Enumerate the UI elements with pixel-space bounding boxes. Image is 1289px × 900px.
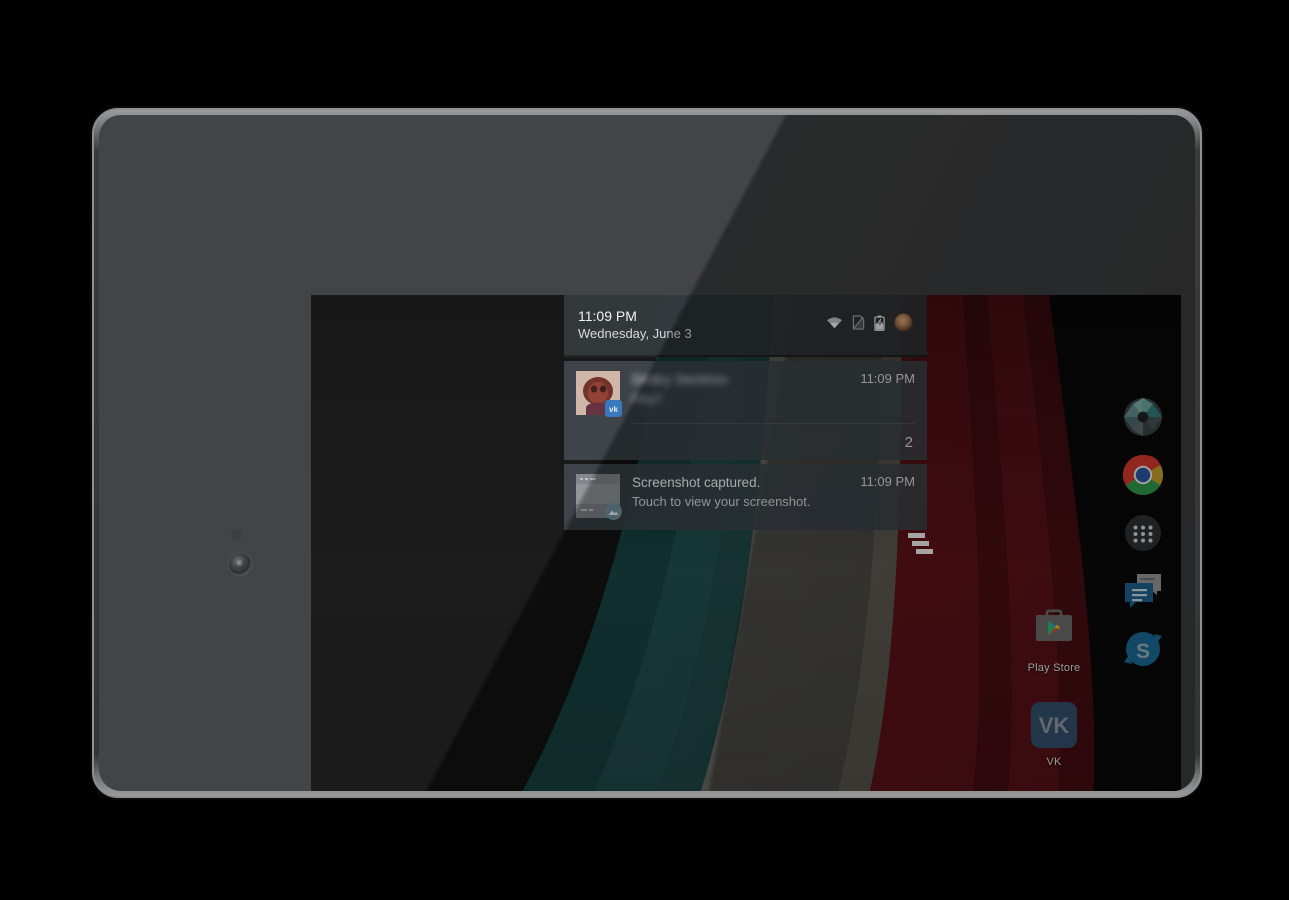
notification-message[interactable]: vk Dmitry Sterkhov Hey!! 11:09 PM 2 [564,361,927,460]
notification-content: Screenshot captured. Touch to view your … [564,464,927,530]
notification-content: vk Dmitry Sterkhov Hey!! 11:09 PM [564,361,927,423]
no-sim-icon [852,315,865,335]
notification-subtitle: Hey!! [632,390,663,406]
status-date: Wednesday, June 3 [578,325,692,341]
notification-title: Dmitry Sterkhov [632,372,729,387]
app-drawer-icon[interactable] [1121,511,1165,555]
notification-title: Screenshot captured. [632,475,761,490]
system-icons [826,313,913,337]
app-label: Play Store [1027,662,1081,674]
front-camera-lens [229,553,251,575]
tablet-device: Google [92,108,1202,798]
gallery-badge-icon [605,503,622,520]
tablet-screen: Google [311,295,1181,791]
notification-subtitle: Touch to view your screenshot. [632,493,811,509]
notification-text: Dmitry Sterkhov Hey!! [632,371,850,415]
notification-time: 11:09 PM [860,474,915,489]
app-vk[interactable]: VK VK [1015,699,1093,768]
status-time: 11:09 PM [578,308,637,325]
wifi-icon [826,316,843,334]
notification-text: Screenshot captured. Touch to view your … [632,474,850,518]
contact-photo: vk [576,371,622,417]
notification-shade: 11:09 PM Wednesday, June 3 vk Dmitry Ste… [564,295,927,530]
messaging-icon[interactable] [1121,569,1165,613]
play-store-icon [1028,605,1080,657]
chrome-icon[interactable] [1121,453,1165,497]
camera-icon[interactable] [1121,395,1165,439]
notification-count-badge: 2 [904,434,913,451]
user-avatar[interactable] [894,313,913,337]
list-widget-icon[interactable] [906,531,936,557]
tablet-bezel-rim: Google [92,108,1202,798]
app-dock: S [1111,395,1175,671]
battery-charging-icon [874,314,885,336]
ambient-light-sensor [231,529,242,540]
notification-time: 11:09 PM [860,371,915,386]
app-label: VK [1046,756,1062,768]
svg-text:vk: vk [609,405,618,414]
tablet-front-face: Google [99,115,1195,791]
svg-text:S: S [1136,640,1150,663]
svg-text:VK: VK [1039,713,1070,738]
vk-badge-icon: vk [605,400,622,417]
screenshot-root: Google [0,0,1289,900]
status-bar-expanded[interactable]: 11:09 PM Wednesday, June 3 [564,295,927,357]
app-play-store[interactable]: Play Store [1015,605,1093,674]
skype-icon[interactable]: S [1121,627,1165,671]
vk-icon: VK [1028,699,1080,751]
clock-block: 11:09 PM Wednesday, June 3 [578,308,692,342]
screenshot-thumbnail [576,474,622,520]
notification-screenshot[interactable]: Screenshot captured. Touch to view your … [564,464,927,530]
